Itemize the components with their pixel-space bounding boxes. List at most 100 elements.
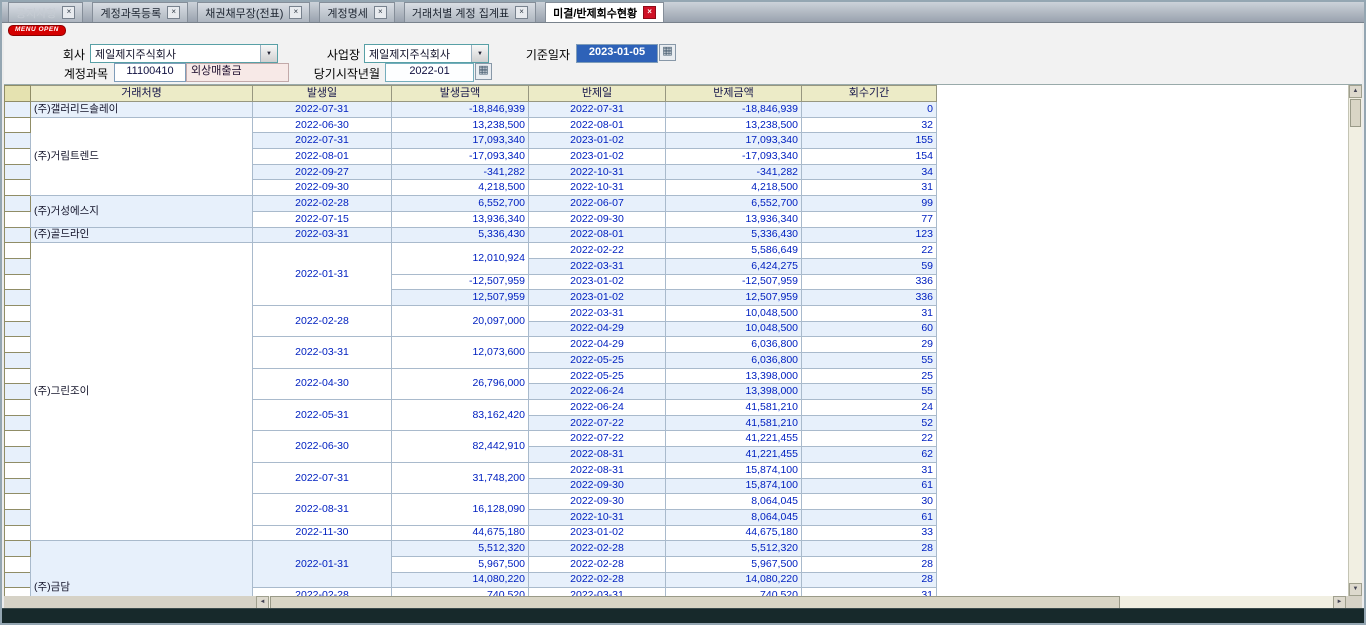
column-header[interactable]: 발생금액 — [392, 86, 529, 102]
settle-date-cell[interactable]: 2023-01-02 — [529, 525, 666, 541]
collection-days-cell[interactable]: 336 — [802, 274, 937, 290]
period-input[interactable]: 2022-01 — [385, 63, 474, 82]
collection-days-cell[interactable]: 60 — [802, 321, 937, 337]
occur-date-cell[interactable]: 2022-06-30 — [253, 117, 392, 133]
tab-close-icon[interactable]: × — [62, 6, 75, 19]
column-header[interactable]: 거래처명 — [31, 86, 253, 102]
row-selector[interactable] — [5, 227, 31, 243]
settle-amount-cell[interactable]: 10,048,500 — [666, 305, 802, 321]
settle-date-cell[interactable]: 2022-06-24 — [529, 400, 666, 416]
settle-date-cell[interactable]: 2022-09-30 — [529, 494, 666, 510]
occur-amount-cell[interactable]: 16,128,090 — [392, 494, 529, 525]
settle-date-cell[interactable]: 2023-01-02 — [529, 133, 666, 149]
settle-amount-cell[interactable]: 5,512,320 — [666, 541, 802, 557]
row-selector[interactable] — [5, 180, 31, 196]
settle-amount-cell[interactable]: 8,064,045 — [666, 494, 802, 510]
settle-amount-cell[interactable]: 6,036,800 — [666, 337, 802, 353]
occur-amount-cell[interactable]: 17,093,340 — [392, 133, 529, 149]
occur-date-cell[interactable]: 2022-07-15 — [253, 211, 392, 227]
settle-date-cell[interactable]: 2022-06-24 — [529, 384, 666, 400]
row-selector[interactable] — [5, 400, 31, 416]
calendar-icon[interactable]: ▦ — [475, 63, 492, 80]
collection-days-cell[interactable]: 25 — [802, 368, 937, 384]
occur-date-cell[interactable]: 2022-02-28 — [253, 196, 392, 212]
settle-amount-cell[interactable]: 6,036,800 — [666, 353, 802, 369]
menu-open-button[interactable]: MENU OPEN — [8, 25, 66, 36]
occur-date-cell[interactable]: 2022-02-28 — [253, 588, 392, 596]
occur-amount-cell[interactable]: -12,507,959 — [392, 274, 529, 290]
occur-amount-cell[interactable]: -341,282 — [392, 164, 529, 180]
settle-date-cell[interactable]: 2022-08-01 — [529, 117, 666, 133]
base-date-input[interactable]: 2023-01-05 — [576, 44, 658, 63]
occur-amount-cell[interactable]: 31,748,200 — [392, 462, 529, 493]
collection-days-cell[interactable]: 55 — [802, 384, 937, 400]
collection-days-cell[interactable]: 55 — [802, 353, 937, 369]
settle-amount-cell[interactable]: 4,218,500 — [666, 180, 802, 196]
settle-date-cell[interactable]: 2022-05-25 — [529, 353, 666, 369]
settle-amount-cell[interactable]: 6,552,700 — [666, 196, 802, 212]
occur-amount-cell[interactable]: 740,520 — [392, 588, 529, 596]
calendar-icon[interactable]: ▦ — [659, 44, 676, 61]
settle-amount-cell[interactable]: 14,080,220 — [666, 572, 802, 588]
row-selector[interactable] — [5, 102, 31, 118]
row-selector[interactable] — [5, 447, 31, 463]
occur-date-cell[interactable]: 2022-02-28 — [253, 305, 392, 336]
settle-amount-cell[interactable]: 41,581,210 — [666, 400, 802, 416]
settle-date-cell[interactable]: 2022-08-31 — [529, 462, 666, 478]
settle-amount-cell[interactable]: -12,507,959 — [666, 274, 802, 290]
row-selector[interactable] — [5, 321, 31, 337]
collection-days-cell[interactable]: 29 — [802, 337, 937, 353]
occur-date-cell[interactable]: 2022-09-30 — [253, 180, 392, 196]
collection-days-cell[interactable]: 28 — [802, 556, 937, 572]
occur-date-cell[interactable]: 2022-08-01 — [253, 149, 392, 165]
customer-cell[interactable]: (주)그린조이 — [31, 243, 253, 541]
row-selector[interactable] — [5, 415, 31, 431]
row-selector[interactable] — [5, 431, 31, 447]
collection-days-cell[interactable]: 99 — [802, 196, 937, 212]
site-select[interactable]: 제일제지주식회사 ▼ — [364, 44, 489, 63]
occur-amount-cell[interactable]: 6,552,700 — [392, 196, 529, 212]
collection-days-cell[interactable]: 62 — [802, 447, 937, 463]
company-select[interactable]: 제일제지주식회사 ▼ — [90, 44, 278, 63]
row-selector[interactable] — [5, 243, 31, 259]
occur-amount-cell[interactable]: 12,010,924 — [392, 243, 529, 274]
collection-days-cell[interactable]: 52 — [802, 415, 937, 431]
tab-close-icon[interactable]: × — [374, 6, 387, 19]
occur-amount-cell[interactable]: 26,796,000 — [392, 368, 529, 399]
settle-amount-cell[interactable]: 41,581,210 — [666, 415, 802, 431]
settle-date-cell[interactable]: 2022-03-31 — [529, 258, 666, 274]
occur-amount-cell[interactable]: 44,675,180 — [392, 525, 529, 541]
row-selector[interactable] — [5, 353, 31, 369]
settle-amount-cell[interactable]: 5,336,430 — [666, 227, 802, 243]
settle-amount-cell[interactable]: 41,221,455 — [666, 431, 802, 447]
settle-amount-cell[interactable]: 13,936,340 — [666, 211, 802, 227]
settle-date-cell[interactable]: 2022-08-31 — [529, 447, 666, 463]
row-selector[interactable] — [5, 149, 31, 165]
settle-amount-cell[interactable]: 6,424,275 — [666, 258, 802, 274]
column-header[interactable]: 반제금액 — [666, 86, 802, 102]
tab-close-icon[interactable]: × — [515, 6, 528, 19]
row-selector[interactable] — [5, 572, 31, 588]
collection-days-cell[interactable]: 34 — [802, 164, 937, 180]
collection-days-cell[interactable]: 61 — [802, 509, 937, 525]
occur-date-cell[interactable]: 2022-01-31 — [253, 541, 392, 588]
settle-date-cell[interactable]: 2022-02-28 — [529, 572, 666, 588]
scroll-up-icon[interactable]: ▲ — [1349, 85, 1362, 98]
scroll-down-icon[interactable]: ▼ — [1349, 583, 1362, 596]
settle-date-cell[interactable]: 2022-09-30 — [529, 211, 666, 227]
row-selector[interactable] — [5, 290, 31, 306]
collection-days-cell[interactable]: 33 — [802, 525, 937, 541]
customer-cell[interactable]: (주)거림트렌드 — [31, 117, 253, 195]
settle-date-cell[interactable]: 2023-01-02 — [529, 149, 666, 165]
collection-days-cell[interactable]: 61 — [802, 478, 937, 494]
settle-date-cell[interactable]: 2022-10-31 — [529, 180, 666, 196]
chevron-down-icon[interactable]: ▼ — [260, 45, 277, 62]
settle-amount-cell[interactable]: 13,398,000 — [666, 368, 802, 384]
tab-5[interactable]: 거래처별 계정 집계표× — [404, 2, 536, 22]
occur-amount-cell[interactable]: 5,512,320 — [392, 541, 529, 557]
collection-days-cell[interactable]: 32 — [802, 117, 937, 133]
collection-days-cell[interactable]: 77 — [802, 211, 937, 227]
settle-date-cell[interactable]: 2022-10-31 — [529, 164, 666, 180]
settle-date-cell[interactable]: 2023-01-02 — [529, 290, 666, 306]
occur-amount-cell[interactable]: 20,097,000 — [392, 305, 529, 336]
